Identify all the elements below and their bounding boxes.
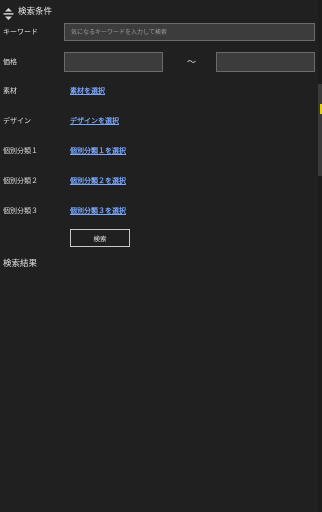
category1-label: 個別分類１	[3, 147, 38, 155]
search-conditions-title: 検索条件	[18, 7, 53, 17]
select-category1-link[interactable]: 個別分類１を選択	[70, 146, 126, 156]
category3-label: 個別分類３	[3, 207, 38, 215]
search-button[interactable]: 検索	[70, 229, 130, 247]
search-conditions-header[interactable]: 検索条件	[3, 4, 53, 20]
scrollbar-track[interactable]	[318, 0, 322, 512]
search-results-title: 検索結果	[3, 259, 38, 269]
material-label: 素材	[3, 87, 17, 95]
category2-label: 個別分類２	[3, 177, 38, 185]
keyword-label: キーワード	[3, 28, 38, 36]
design-label: デザイン	[3, 117, 31, 125]
price-max-input[interactable]	[216, 52, 315, 72]
scrollbar-thumb[interactable]	[318, 84, 322, 176]
select-design-link[interactable]: デザインを選択	[70, 116, 119, 126]
price-label: 価格	[3, 58, 17, 66]
select-category3-link[interactable]: 個別分類３を選択	[70, 206, 126, 216]
keyword-input[interactable]	[64, 23, 315, 41]
price-range-separator: ～	[187, 58, 197, 68]
select-category2-link[interactable]: 個別分類２を選択	[70, 176, 126, 186]
collapse-icon[interactable]	[3, 5, 14, 20]
price-min-input[interactable]	[64, 52, 163, 72]
select-material-link[interactable]: 素材を選択	[70, 86, 105, 96]
